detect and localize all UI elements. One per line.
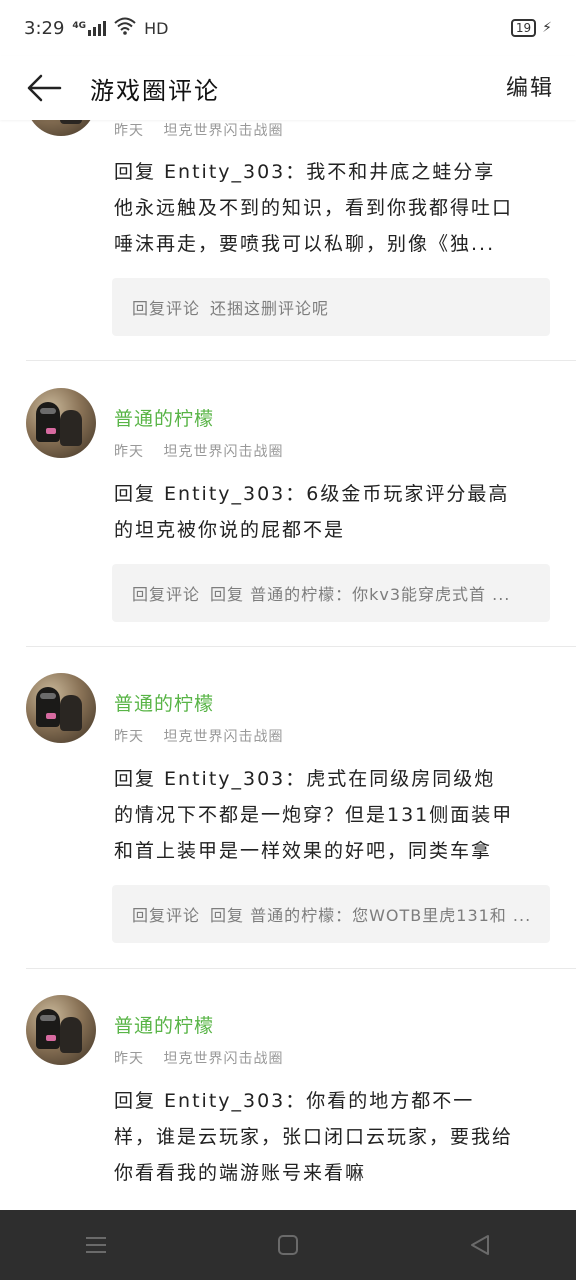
- page-title: 游戏圈评论: [90, 76, 220, 105]
- divider: [26, 968, 576, 969]
- comment-source: 坦克世界闪击战圈: [163, 729, 284, 745]
- comment-source: 坦克世界闪击战圈: [163, 1051, 284, 1067]
- menu-button[interactable]: [66, 1215, 126, 1275]
- comment-source: 坦克世界闪击战圈: [163, 123, 284, 139]
- app-header: 游戏圈评论 编辑: [0, 56, 576, 120]
- avatar[interactable]: [26, 388, 96, 458]
- comment-feed[interactable]: 昨天 坦克世界闪击战圈 回复 Entity_303：我不和井底之蛙分享他永远触及…: [0, 120, 576, 1210]
- comment-username[interactable]: 普通的柠檬: [114, 1011, 214, 1038]
- comment-meta: 昨天 坦克世界闪击战圈: [114, 441, 283, 461]
- comment-username[interactable]: 普通的柠檬: [114, 404, 214, 431]
- comment-body[interactable]: 回复 Entity_303：你看的地方都不一样，谁是云玩家，张口闭口云玩家，要我…: [114, 1083, 514, 1191]
- comment-time: 昨天: [114, 123, 144, 139]
- reply-text: 回复 普通的柠檬：你kv3能穿虎式首 ...: [210, 585, 511, 604]
- divider: [26, 646, 576, 647]
- avatar[interactable]: [26, 673, 96, 743]
- triangle-back-icon: [471, 1235, 489, 1255]
- system-nav-bar: [0, 1210, 576, 1280]
- comment-meta: 昨天 坦克世界闪击战圈: [114, 120, 283, 140]
- reply-box[interactable]: 回复评论 回复 普通的柠檬：你kv3能穿虎式首 ...: [112, 564, 550, 622]
- reply-label: 回复评论: [132, 299, 201, 318]
- divider: [26, 360, 576, 361]
- back-button[interactable]: [0, 56, 90, 120]
- avatar[interactable]: [26, 120, 96, 136]
- comment-time: 昨天: [114, 1051, 144, 1067]
- home-button[interactable]: [258, 1215, 318, 1275]
- charging-icon: ⚡: [542, 20, 552, 36]
- hd-badge: HD: [144, 18, 169, 38]
- comment-body[interactable]: 回复 Entity_303：我不和井底之蛙分享他永远触及不到的知识，看到你我都得…: [114, 154, 514, 262]
- reply-text: 还捆这删评论呢: [210, 299, 330, 318]
- comment-meta: 昨天 坦克世界闪击战圈: [114, 1048, 283, 1068]
- reply-box[interactable]: 回复评论 回复 普通的柠檬：您WOTB里虎131和 ...: [112, 885, 550, 943]
- arrow-left-icon: [27, 74, 62, 102]
- back-nav-button[interactable]: [450, 1215, 510, 1275]
- battery-icon: 19: [510, 19, 537, 37]
- reply-text: 回复 普通的柠檬：您WOTB里虎131和 ...: [210, 906, 532, 925]
- comment-body[interactable]: 回复 Entity_303：6级金币玩家评分最高的坦克被你说的屁都不是: [114, 476, 514, 548]
- comment-username[interactable]: 普通的柠檬: [114, 689, 214, 716]
- signal-icon: 4G: [72, 20, 107, 36]
- comment-source: 坦克世界闪击战圈: [163, 444, 284, 460]
- status-left: 3:29 4G HD: [24, 17, 168, 40]
- edit-button[interactable]: 编辑: [506, 70, 554, 102]
- home-square-icon: [278, 1235, 298, 1255]
- avatar[interactable]: [26, 995, 96, 1065]
- comment-meta: 昨天 坦克世界闪击战圈: [114, 726, 283, 746]
- reply-box[interactable]: 回复评论 还捆这删评论呢: [112, 278, 550, 336]
- status-right: 19 ⚡: [510, 19, 552, 37]
- reply-label: 回复评论: [132, 585, 201, 604]
- comment-time: 昨天: [114, 729, 144, 745]
- status-bar: 3:29 4G HD 19 ⚡: [0, 0, 576, 56]
- comment-body[interactable]: 回复 Entity_303：虎式在同级房同级炮的情况下不都是一炮穿？但是131侧…: [114, 761, 514, 869]
- menu-icon: [86, 1237, 106, 1253]
- clock: 3:29: [24, 17, 65, 39]
- network-type: 4G: [72, 20, 87, 31]
- reply-label: 回复评论: [132, 906, 201, 925]
- comment-time: 昨天: [114, 444, 144, 460]
- wifi-icon: [114, 17, 136, 40]
